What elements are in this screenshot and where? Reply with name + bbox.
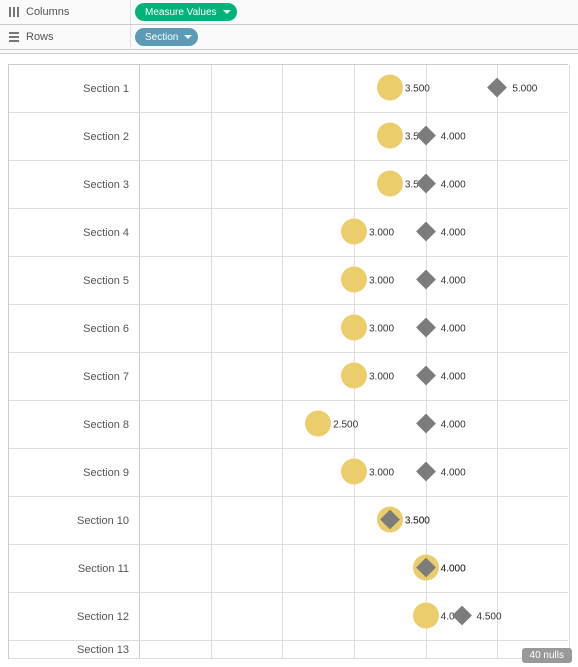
mark-value-label: 3.000 xyxy=(369,227,394,238)
mark-value-label: 2.500 xyxy=(333,419,358,430)
mark-value-label: 3.500 xyxy=(405,83,430,94)
chart-row: Section 7 3.000 4.000 xyxy=(9,353,568,401)
mark-diamond[interactable] xyxy=(414,411,438,438)
mark-diamond[interactable] xyxy=(414,123,438,150)
chart-row: Section 4 3.000 4.000 xyxy=(9,209,568,257)
chart-row: Section 23.5004.000 xyxy=(9,113,568,161)
columns-pill-measure-values[interactable]: Measure Values xyxy=(135,3,237,21)
mark-circle[interactable] xyxy=(340,217,368,248)
columns-icon xyxy=(8,6,20,18)
mark-value-label: 3.000 xyxy=(369,467,394,478)
row-label: Section 11 xyxy=(9,563,139,575)
mark-diamond[interactable] xyxy=(485,75,509,102)
rows-shelf: Rows Section xyxy=(0,25,578,50)
row-label: Section 13 xyxy=(9,644,139,656)
mark-diamond[interactable] xyxy=(450,603,474,630)
mark-value-label: 4.000 xyxy=(441,467,466,478)
chart-row: Section 6 3.000 4.000 xyxy=(9,305,568,353)
mark-value-label: 4.000 xyxy=(441,371,466,382)
row-label: Section 1 xyxy=(9,83,139,95)
mark-circle[interactable] xyxy=(376,121,404,152)
row-label: Section 7 xyxy=(9,371,139,383)
mark-diamond[interactable] xyxy=(414,555,438,582)
mark-diamond[interactable] xyxy=(414,219,438,246)
chart-row: Section 8 2.500 4.000 xyxy=(9,401,568,449)
columns-shelf: Columns Measure Values xyxy=(0,0,578,25)
mark-value-label: 4.000 xyxy=(441,323,466,334)
mark-diamond[interactable] xyxy=(414,171,438,198)
mark-diamond[interactable] xyxy=(414,267,438,294)
mark-value-label: 4.000 xyxy=(441,131,466,142)
mark-value-label: 4.000 xyxy=(441,563,466,574)
chart-row: Section 33.5004.000 xyxy=(9,161,568,209)
mark-circle[interactable] xyxy=(340,361,368,392)
chart-row: Section 1 3.500 5.000 xyxy=(9,65,568,113)
row-label: Section 2 xyxy=(9,131,139,143)
mark-value-label: 3.500 xyxy=(405,515,430,526)
row-label: Section 3 xyxy=(9,179,139,191)
mark-circle[interactable] xyxy=(340,265,368,296)
rows-icon xyxy=(8,31,20,43)
mark-value-label: 4.000 xyxy=(441,419,466,430)
chart-row: Section 13 xyxy=(9,641,568,659)
mark-value-label: 4.500 xyxy=(477,611,502,622)
chart-row: Section 103.5003.500 xyxy=(9,497,568,545)
chart-row: Section 9 3.000 4.000 xyxy=(9,449,568,497)
mark-diamond[interactable] xyxy=(378,507,402,534)
mark-circle[interactable] xyxy=(340,313,368,344)
mark-value-label: 4.000 xyxy=(441,227,466,238)
row-label: Section 4 xyxy=(9,227,139,239)
chart-area: Section 13.5005.000Section 23.5004.000Se… xyxy=(0,54,578,667)
mark-value-label: 4.000 xyxy=(441,179,466,190)
gridline xyxy=(569,65,570,659)
chevron-down-icon xyxy=(223,10,231,14)
row-label: Section 12 xyxy=(9,611,139,623)
pill-label: Measure Values xyxy=(145,7,217,18)
chevron-down-icon xyxy=(184,35,192,39)
mark-value-label: 3.000 xyxy=(369,323,394,334)
mark-diamond[interactable] xyxy=(414,459,438,486)
row-label: Section 9 xyxy=(9,467,139,479)
columns-label: Columns xyxy=(26,6,69,18)
row-label: Section 8 xyxy=(9,419,139,431)
nulls-indicator[interactable]: 40 nulls xyxy=(522,648,572,663)
mark-circle[interactable] xyxy=(376,169,404,200)
mark-value-label: 3.000 xyxy=(369,275,394,286)
mark-value-label: 4.000 xyxy=(441,275,466,286)
mark-circle[interactable] xyxy=(340,457,368,488)
mark-circle[interactable] xyxy=(376,73,404,104)
chart-row: Section 5 3.000 4.000 xyxy=(9,257,568,305)
mark-diamond[interactable] xyxy=(414,315,438,342)
chart-row: Section 124.0004.500 xyxy=(9,593,568,641)
row-label: Section 5 xyxy=(9,275,139,287)
chart-row: Section 114.0004.000 xyxy=(9,545,568,593)
mark-diamond[interactable] xyxy=(414,363,438,390)
rows-label: Rows xyxy=(26,31,54,43)
mark-circle[interactable] xyxy=(412,601,440,632)
mark-circle[interactable] xyxy=(304,409,332,440)
row-label: Section 6 xyxy=(9,323,139,335)
pill-label: Section xyxy=(145,32,178,43)
mark-value-label: 3.000 xyxy=(369,371,394,382)
row-label: Section 10 xyxy=(9,515,139,527)
rows-pill-section[interactable]: Section xyxy=(135,28,198,46)
mark-value-label: 5.000 xyxy=(512,83,537,94)
